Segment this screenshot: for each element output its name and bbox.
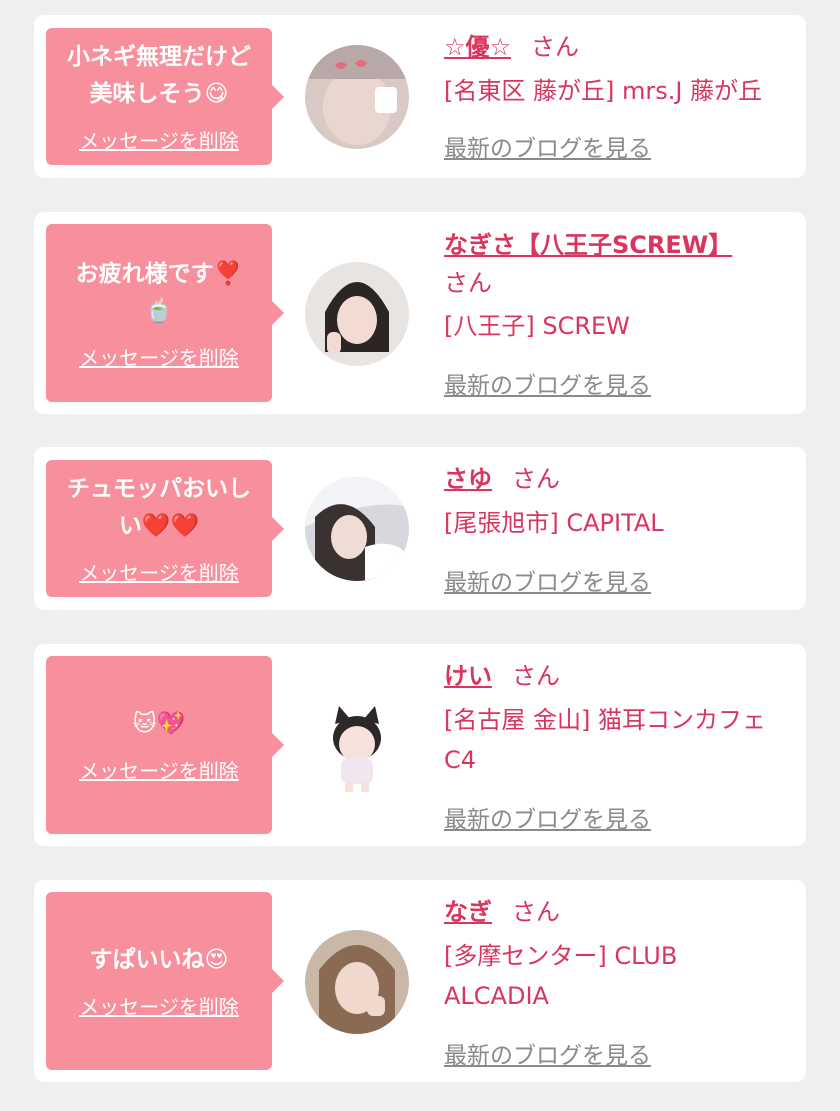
message-card: お疲れ様です❣️ 🍵 メッセージを削除 なぎさ【八王子SCREW】 さん [八王子… [34, 212, 806, 414]
message-bubble: お疲れ様です❣️ 🍵 メッセージを削除 [46, 224, 284, 402]
message-card: 小ネギ無理だけど 美味しそう😋 メッセージを削除 ☆優☆ さん [名東区 藤が丘]… [34, 15, 806, 178]
sender-info: けい さん [名古屋 金山] 猫耳コンカフェ C4 最新のブログを見る [444, 658, 800, 838]
avatar[interactable] [305, 45, 409, 149]
avatar[interactable] [305, 477, 409, 581]
message-card: チュモッパおいし い❤️❤️ メッセージを削除 さゆ さん [尾張旭市] CAPI… [34, 447, 806, 610]
delete-message-link[interactable]: メッセージを削除 [79, 755, 239, 784]
honorific: さん [512, 898, 560, 926]
honorific: さん [531, 33, 580, 61]
honorific: さん [512, 465, 560, 493]
message-text: 🐱💖 [132, 711, 186, 737]
message-bubble: 小ネギ無理だけど 美味しそう😋 メッセージを削除 [46, 28, 284, 165]
message-list: 小ネギ無理だけど 美味しそう😋 メッセージを削除 ☆優☆ さん [名東区 藤が丘]… [0, 0, 840, 1111]
delete-message-link[interactable]: メッセージを削除 [79, 342, 239, 371]
shop-label: [名東区 藤が丘] mrs.J 藤が丘 [444, 77, 763, 105]
message-text: チュモッパおいし い❤️❤️ [67, 476, 251, 539]
sender-info: さゆ さん [尾張旭市] CAPITAL 最新のブログを見る [444, 461, 800, 601]
shop-label: [多摩センター] CLUB ALCADIA [444, 942, 678, 1010]
honorific: さん [444, 269, 492, 297]
avatar[interactable] [305, 930, 409, 1034]
name-line: ☆優☆ さん [444, 29, 800, 65]
shop-label: [尾張旭市] CAPITAL [444, 509, 664, 537]
latest-blog-link[interactable]: 最新のブログを見る [444, 129, 651, 163]
shop-label: [名古屋 金山] 猫耳コンカフェ C4 [444, 706, 766, 774]
name-line: けい さん [444, 658, 800, 694]
name-line: なぎ さん [444, 894, 800, 930]
delete-message-link[interactable]: メッセージを削除 [79, 991, 239, 1020]
avatar[interactable] [305, 694, 409, 798]
message-card: すぱいいね😍 メッセージを削除 なぎ さん [多摩センター] CLUB ALCAD… [34, 880, 806, 1082]
latest-blog-link[interactable]: 最新のブログを見る [444, 366, 651, 400]
sender-name-link[interactable]: さゆ [444, 465, 492, 493]
sender-info: ☆優☆ さん [名東区 藤が丘] mrs.J 藤が丘 最新のブログを見る [444, 29, 800, 169]
sender-name-link[interactable]: ☆優☆ [444, 33, 511, 61]
message-text: すぱいいね😍 [89, 947, 229, 973]
honorific: さん [512, 662, 560, 690]
avatar[interactable] [305, 262, 409, 366]
message-bubble: すぱいいね😍 メッセージを削除 [46, 892, 284, 1070]
sender-name-link[interactable]: なぎ [444, 898, 492, 926]
latest-blog-link[interactable]: 最新のブログを見る [444, 800, 651, 834]
message-text: お疲れ様です❣️ 🍵 [75, 260, 243, 324]
message-bubble: 🐱💖 メッセージを削除 [46, 656, 284, 834]
sender-info: なぎ さん [多摩センター] CLUB ALCADIA 最新のブログを見る [444, 894, 800, 1074]
name-line: さゆ さん [444, 461, 800, 497]
shop-label: [八王子] SCREW [444, 312, 630, 340]
name-line: なぎさ【八王子SCREW】 さん [444, 226, 800, 302]
sender-name-link[interactable]: けい [444, 662, 492, 690]
delete-message-link[interactable]: メッセージを削除 [79, 125, 239, 154]
message-bubble: チュモッパおいし い❤️❤️ メッセージを削除 [46, 460, 284, 597]
delete-message-link[interactable]: メッセージを削除 [79, 557, 239, 586]
latest-blog-link[interactable]: 最新のブログを見る [444, 563, 651, 597]
sender-name-link[interactable]: なぎさ【八王子SCREW】 [444, 231, 732, 259]
latest-blog-link[interactable]: 最新のブログを見る [444, 1036, 651, 1070]
sender-info: なぎさ【八王子SCREW】 さん [八王子] SCREW 最新のブログを見る [444, 226, 800, 406]
message-card: 🐱💖 メッセージを削除 けい さん [名古屋 金山] 猫耳コンカフェ C4 最新の… [34, 644, 806, 846]
message-text: 小ネギ無理だけど 美味しそう😋 [67, 44, 251, 107]
